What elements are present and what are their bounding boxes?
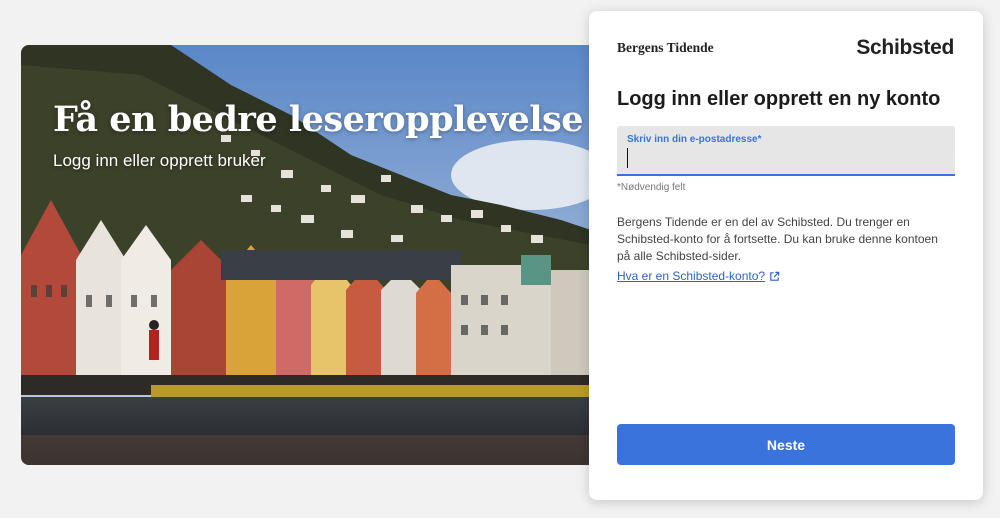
external-link-icon [770, 271, 780, 281]
bergens-tidende-logo: Bergens Tidende [617, 40, 714, 56]
info-text: Bergens Tidende er en del av Schibsted. … [617, 215, 938, 263]
login-card: Bergens Tidende Schibsted Logg inn eller… [589, 11, 983, 500]
required-note: *Nødvendig felt [617, 182, 686, 193]
schibsted-logo: Schibsted [856, 36, 954, 59]
email-field[interactable]: Skriv inn din e-postadresse* [617, 126, 955, 176]
next-button[interactable]: Neste [617, 424, 955, 465]
info-link-label: Hva er en Schibsted-konto? [617, 269, 766, 283]
hero-image: Få en bedre leseropplevelse Logg inn ell… [21, 45, 591, 465]
page-title: Logg inn eller opprett en ny konto [617, 88, 941, 110]
what-is-schibsted-link[interactable]: Hva er en Schibsted-konto? [617, 269, 780, 283]
hero-title: Få en bedre leseropplevelse [53, 99, 584, 140]
brand-logo-text: Bergens Tidende [617, 40, 714, 55]
email-label: Skriv inn din e-postadresse* [627, 134, 762, 145]
login-page: Få en bedre leseropplevelse Logg inn ell… [0, 0, 1000, 518]
hero-subtitle: Logg inn eller opprett bruker [53, 151, 266, 170]
email-input[interactable] [627, 148, 945, 168]
